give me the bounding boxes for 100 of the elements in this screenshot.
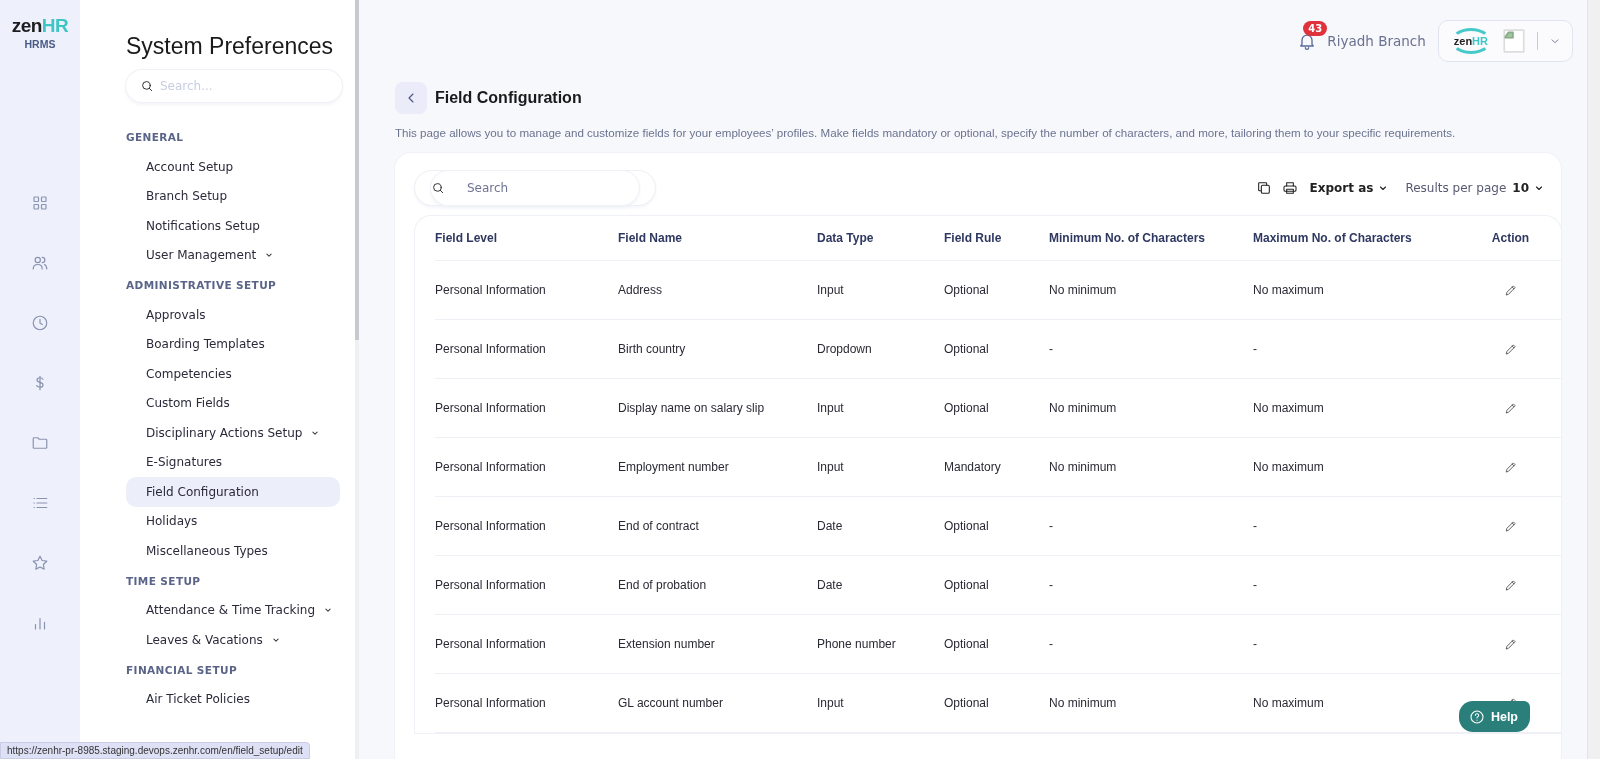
status-url: https://zenhr-pr-8985.staging.devops.zenhr.com/en/field_setup/edit <box>0 742 310 759</box>
help-button[interactable]: Help <box>1458 701 1530 732</box>
copy-icon[interactable] <box>1255 180 1272 196</box>
sidebar-item[interactable]: Air Ticket Policies <box>126 684 340 714</box>
broken-image-icon <box>1501 26 1527 56</box>
table-cell-text: Personal Information <box>435 460 547 474</box>
table-cell-text: Personal Information <box>435 519 547 533</box>
column-header: Field Name <box>618 231 684 245</box>
brand-subtitle: HRMS <box>24 38 56 50</box>
table-cell-text: No maximum <box>1253 696 1325 710</box>
sidebar-item[interactable]: Leaves & Vacations <box>126 625 340 655</box>
table-cell-text: Extension number <box>618 637 716 651</box>
sidebar-item[interactable]: Holidays <box>126 506 340 536</box>
table-cell-text: Employment number <box>618 460 730 474</box>
column-header: Action <box>1490 231 1531 245</box>
branch-name[interactable]: Riyadh Branch <box>1327 33 1426 49</box>
section-heading: ADMINISTRATIVE SETUP <box>126 278 278 293</box>
table-cell-text: Mandatory <box>944 460 1002 474</box>
table-cell-text: Birth country <box>618 342 687 356</box>
section-heading: GENERAL <box>126 130 185 145</box>
edit-icon[interactable] <box>1503 460 1518 474</box>
table-cell-text: Date <box>817 578 844 592</box>
table-cell-text: No maximum <box>1253 283 1325 297</box>
folder-icon[interactable] <box>31 434 49 452</box>
table-cell-text: - <box>1253 342 1258 356</box>
table-cell-text: No maximum <box>1253 401 1325 415</box>
table-cell-text: Personal Information <box>435 283 547 297</box>
table-cell-text: - <box>1253 519 1258 533</box>
table-cell-text: Input <box>817 283 845 297</box>
sidebar-item[interactable]: Approvals <box>126 300 340 330</box>
sidebar-item[interactable]: User Management <box>126 240 340 270</box>
sidebar-title: System Preferences <box>126 33 335 60</box>
company-logo: zenHR <box>1450 28 1491 54</box>
table-cell-text: No maximum <box>1253 460 1325 474</box>
table-cell-text: Personal Information <box>435 637 547 651</box>
table-cell-text: Optional <box>944 578 990 592</box>
sidebar-item[interactable]: Miscellaneous Types <box>126 536 340 566</box>
table-cell-text: Personal Information <box>435 696 547 710</box>
back-button[interactable] <box>395 82 427 114</box>
sidebar-item[interactable]: Branch Setup <box>126 181 340 211</box>
sidebar-item[interactable]: Custom Fields <box>126 388 340 418</box>
table-cell-text: Optional <box>944 283 990 297</box>
table-cell-text: Display name on salary slip <box>618 401 766 415</box>
table-cell-text: GL account number <box>618 696 724 710</box>
table-cell-text: No minimum <box>1049 696 1118 710</box>
print-icon[interactable] <box>1281 180 1298 196</box>
notification-badge: 43 <box>1303 21 1328 36</box>
table-cell-text: Phone number <box>817 637 897 651</box>
table-cell-text: Input <box>817 696 845 710</box>
sidebar-item[interactable]: Disciplinary Actions Setup <box>126 418 340 448</box>
company-switcher[interactable]: zenHR <box>1437 20 1573 62</box>
clock-icon[interactable] <box>31 314 49 332</box>
star-icon[interactable] <box>31 554 49 572</box>
edit-icon[interactable] <box>1503 283 1518 297</box>
sidebar-item[interactable]: E-Signatures <box>126 447 340 477</box>
sidebar-item[interactable]: Notifications Setup <box>126 211 340 241</box>
results-label: Results per page <box>1405 181 1507 195</box>
zenhr-logo: zenHR <box>11 15 69 37</box>
table-cell-text: End of contract <box>618 519 700 533</box>
table-cell-text: Dropdown <box>817 342 873 356</box>
table-cell-text: - <box>1049 519 1054 533</box>
table-cell-text: Personal Information <box>435 342 547 356</box>
column-header: Minimum No. of Characters <box>1049 231 1207 245</box>
edit-icon[interactable] <box>1503 401 1518 415</box>
edit-icon[interactable] <box>1503 637 1518 651</box>
scrollbar[interactable] <box>355 0 359 759</box>
sidebar-item[interactable]: Account Setup <box>126 152 340 182</box>
table-cell-text: Input <box>817 460 845 474</box>
table-cell-text: No minimum <box>1049 283 1118 297</box>
table-cell-text: - <box>1049 342 1054 356</box>
sidebar-item[interactable]: Attendance & Time Tracking <box>126 595 340 625</box>
table-cell-text: Optional <box>944 696 990 710</box>
search-field[interactable]: Search <box>431 171 639 205</box>
edit-icon[interactable] <box>1503 578 1518 592</box>
table-cell-text: Optional <box>944 519 990 533</box>
column-header: Field Rule <box>944 231 1003 245</box>
people-icon[interactable] <box>31 254 49 272</box>
page-description: This page allows you to manage and customize fields for your employees’ profiles. Make fields mandatory or optional, specify the number of characters, and more, tailoring them to your specific requirements. <box>395 126 1457 139</box>
column-header: Field Level <box>435 231 499 245</box>
sidebar-item[interactable]: Field Configuration <box>126 477 340 507</box>
edit-icon[interactable] <box>1503 519 1518 533</box>
table-cell-text: Address <box>618 283 664 297</box>
page-title: Field Configuration <box>435 89 582 107</box>
column-header: Maximum No. of Characters <box>1253 231 1413 245</box>
section-heading: TIME SETUP <box>126 573 202 589</box>
sidebar-item[interactable]: Competencies <box>126 359 340 389</box>
table-cell-text: Date <box>817 519 844 533</box>
table-cell-text: Optional <box>944 637 990 651</box>
sidebar-item[interactable]: Boarding Templates <box>126 329 340 359</box>
table-cell-text: No minimum <box>1049 460 1118 474</box>
results-dropdown[interactable]: 10 <box>1510 181 1547 195</box>
table-cell-text: - <box>1049 578 1054 592</box>
grid-icon[interactable] <box>31 194 49 212</box>
export-button[interactable]: Export as <box>1307 181 1392 195</box>
column-header: Data Type <box>817 231 875 245</box>
section-heading: FINANCIAL SETUP <box>126 662 238 678</box>
scrollbar[interactable] <box>1587 0 1600 759</box>
table-cell-text: - <box>1253 578 1258 592</box>
table-cell-text: Input <box>817 401 845 415</box>
edit-icon[interactable] <box>1503 342 1518 356</box>
